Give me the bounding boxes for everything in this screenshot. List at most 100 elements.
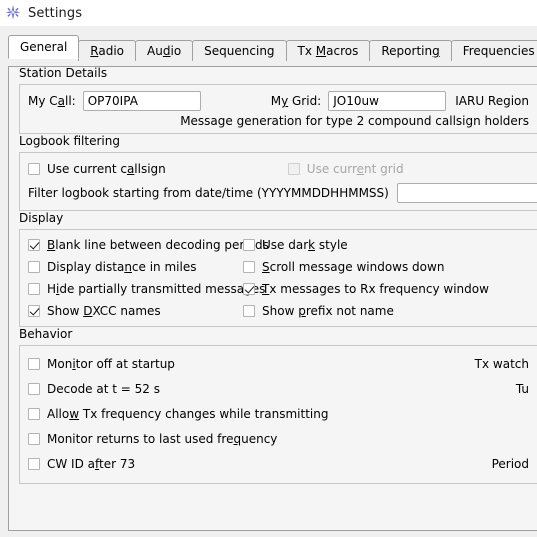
tab-reporting[interactable]: Reporting	[369, 40, 452, 61]
tx-messages-to-rx-frequency-window-checkbox[interactable]: Tx messages to Rx frequency window	[243, 278, 489, 300]
display-row: Use dark style	[243, 234, 529, 256]
allow-tx-freq-label: Allow Tx frequency changes while transmi…	[47, 406, 329, 421]
monitor-off-at-startup-checkbox[interactable]: Monitor off at startup	[28, 353, 175, 375]
general-tab-page: Station Details My Call: My Grid: IARU R…	[8, 66, 537, 531]
logbook-checkbox-row: Use current callsign Use current grid	[28, 158, 529, 180]
my-call-label: My Call:	[28, 94, 76, 108]
behavior-group: Monitor off at startup Tx watch Decode a…	[19, 345, 537, 484]
cw-id-label: CW ID after 73	[47, 456, 136, 471]
use-current-grid-label: Use current grid	[306, 162, 404, 176]
tab-sequencing-label: Sequencing	[204, 44, 275, 58]
behavior-row: Monitor returns to last used frequency	[28, 426, 529, 451]
iaru-region-label: IARU Region	[455, 94, 529, 108]
hide-partial-box	[28, 283, 40, 295]
display-row: Show DXCC names	[28, 300, 243, 322]
filter-logbook-input[interactable]	[396, 183, 537, 203]
logbook-filtering-section: Logbook filtering Use current callsign U…	[19, 135, 537, 211]
tx-watchdog-label: Tx watch	[474, 356, 529, 371]
my-call-input[interactable]	[82, 91, 201, 111]
use-current-callsign-label: Use current callsign	[47, 162, 166, 176]
monitor-off-label: Monitor off at startup	[47, 356, 175, 371]
message-generation-note: Message generation for type 2 compound c…	[180, 114, 529, 128]
display-title: Display	[19, 212, 68, 224]
cw-id-after-73-checkbox[interactable]: CW ID after 73	[28, 453, 135, 475]
tab-frequencies-label: Frequencies	[462, 44, 535, 58]
my-grid-input[interactable]	[328, 91, 447, 111]
blank-line-between-decoding-periods-checkbox[interactable]: Blank line between decoding periods	[28, 234, 269, 256]
show-prefix-label: Show prefix not name	[262, 304, 394, 318]
display-distance-in-miles-checkbox[interactable]: Display distance in miles	[28, 256, 196, 278]
use-dark-style-checkbox[interactable]: Use dark style	[243, 234, 348, 256]
display-row: Hide partially transmitted messages	[28, 278, 265, 300]
use-dark-style-box	[243, 239, 255, 251]
behavior-row: Monitor off at startup Tx watch	[28, 351, 529, 376]
use-current-grid-checkbox: Use current grid	[287, 158, 404, 180]
tx-messages-label: Tx messages to Rx frequency window	[262, 282, 489, 296]
use-current-callsign-checkbox[interactable]: Use current callsign	[28, 158, 166, 180]
window-title: Settings	[28, 5, 83, 21]
scroll-message-windows-down-checkbox[interactable]: Scroll message windows down	[243, 256, 444, 278]
logbook-filter-row: Filter logbook starting from date/time (…	[28, 182, 537, 204]
decode-at-t-checkbox[interactable]: Decode at t = 52 s	[28, 378, 160, 400]
monitor-returns-label: Monitor returns to last used frequency	[47, 431, 278, 446]
show-dxcc-box	[28, 305, 40, 317]
behavior-row: Decode at t = 52 s Tu	[28, 376, 529, 401]
display-row: Display distance in miles	[28, 256, 243, 278]
hide-partial-label: Hide partially transmitted messages	[47, 282, 266, 296]
monitor-returns-last-frequency-checkbox[interactable]: Monitor returns to last used frequency	[28, 428, 277, 450]
use-current-callsign-box	[28, 163, 40, 175]
show-prefix-not-name-checkbox[interactable]: Show prefix not name	[243, 300, 394, 322]
station-details-right: My Grid: IARU Region	[271, 91, 529, 111]
hide-partially-transmitted-messages-checkbox[interactable]: Hide partially transmitted messages	[28, 278, 265, 300]
blank-line-box	[28, 239, 40, 251]
display-row: Scroll message windows down	[243, 256, 529, 278]
station-details-section: Station Details My Call: My Grid: IARU R…	[19, 67, 537, 134]
message-generation-note-row: Message generation for type 2 compound c…	[28, 111, 529, 128]
cw-id-box	[28, 457, 40, 470]
tab-general-label: General	[20, 40, 68, 54]
settings-tab-bar: General Radio Audio Sequencing Tx Macros…	[8, 34, 537, 61]
tune-label: Tu	[515, 381, 529, 396]
behavior-row: Allow Tx frequency changes while transmi…	[28, 401, 529, 426]
display-row: Tx messages to Rx frequency window	[243, 278, 529, 300]
tx-messages-box	[243, 283, 255, 295]
display-section: Display Blank line between decoding peri…	[19, 212, 537, 327]
station-details-group: My Call: My Grid: IARU Region Message ge…	[19, 84, 537, 134]
tab-general[interactable]: General	[8, 35, 80, 59]
periodic-cw-id-label: Period	[491, 456, 529, 471]
display-row: Blank line between decoding periods	[28, 234, 269, 256]
monitor-off-box	[28, 357, 40, 370]
monitor-returns-box	[28, 432, 40, 445]
show-dxcc-names-checkbox[interactable]: Show DXCC names	[28, 300, 161, 322]
filter-logbook-label: Filter logbook starting from date/time (…	[28, 186, 389, 200]
behavior-row: CW ID after 73 Period	[28, 451, 529, 476]
use-current-grid-box	[287, 163, 300, 175]
decode-at-t-label: Decode at t = 52 s	[47, 381, 160, 396]
tab-radio[interactable]: Radio	[78, 40, 137, 61]
logbook-filtering-group: Use current callsign Use current grid Fi…	[19, 152, 537, 211]
display-columns: Blank line between decoding periods Disp…	[28, 234, 529, 322]
display-group: Blank line between decoding periods Disp…	[19, 229, 537, 327]
behavior-section: Behavior Monitor off at startup Tx watch…	[19, 328, 537, 484]
star-burst-icon	[4, 4, 22, 22]
logbook-filtering-title: Logbook filtering	[19, 135, 124, 147]
station-details-row: My Call: My Grid: IARU Region	[28, 91, 529, 111]
tab-frequencies[interactable]: Frequencies	[450, 40, 537, 61]
display-distance-label: Display distance in miles	[47, 260, 197, 274]
use-dark-style-label: Use dark style	[262, 238, 348, 252]
behavior-title: Behavior	[19, 328, 77, 340]
my-grid-label: My Grid:	[270, 94, 322, 108]
tab-sequencing[interactable]: Sequencing	[192, 40, 287, 61]
decode-at-t-box	[28, 382, 40, 395]
blank-line-label: Blank line between decoding periods	[47, 238, 269, 252]
display-right-column: Use dark style Scroll message windows do…	[243, 234, 529, 322]
settings-window: General Radio Audio Sequencing Tx Macros…	[0, 34, 537, 537]
scroll-message-box	[243, 261, 255, 273]
allow-tx-freq-box	[28, 407, 40, 420]
allow-tx-frequency-changes-checkbox[interactable]: Allow Tx frequency changes while transmi…	[28, 403, 328, 425]
show-dxcc-label: Show DXCC names	[47, 304, 161, 318]
display-distance-box	[28, 261, 40, 273]
tab-audio[interactable]: Audio	[135, 40, 194, 61]
tab-tx-macros[interactable]: Tx Macros	[285, 40, 371, 61]
show-prefix-box	[243, 305, 255, 317]
